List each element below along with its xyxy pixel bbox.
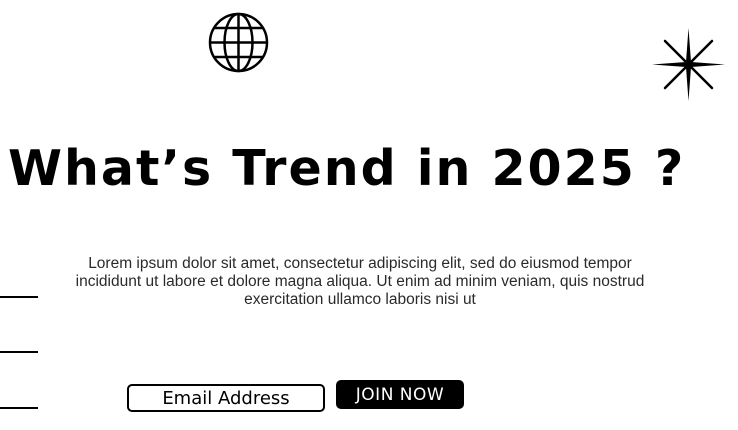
- decorative-line: [0, 296, 38, 298]
- email-input[interactable]: [127, 384, 325, 412]
- sparkle-icon: [652, 28, 725, 101]
- decorative-line: [0, 407, 38, 409]
- page-title: What’s Trend in 2025 ?: [8, 140, 686, 197]
- join-now-button[interactable]: JOIN NOW: [336, 380, 464, 409]
- hero-description: Lorem ipsum dolor sit amet, consectetur …: [75, 255, 645, 308]
- decorative-line: [0, 351, 38, 353]
- globe-icon: [208, 12, 269, 73]
